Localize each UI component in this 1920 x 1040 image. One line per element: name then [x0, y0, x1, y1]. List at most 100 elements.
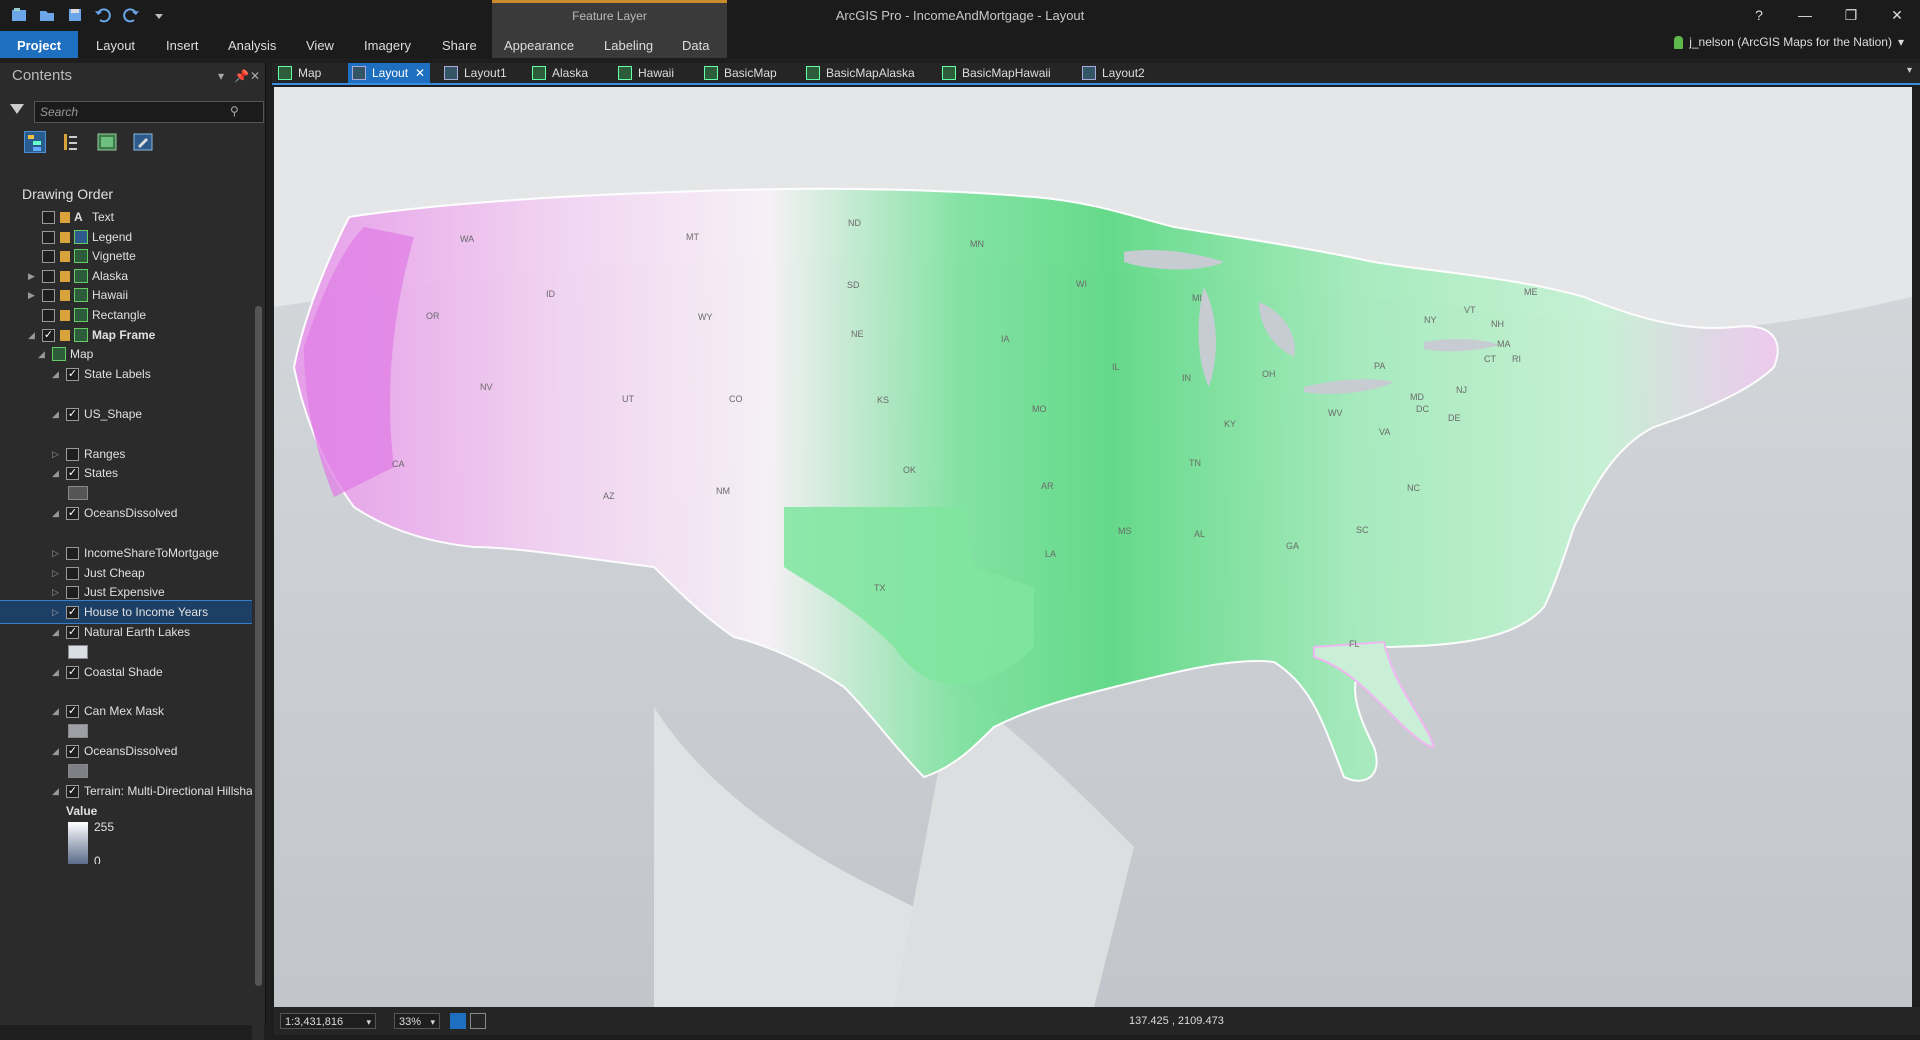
close-pane-icon[interactable]: ✕ — [250, 63, 260, 89]
search-icon[interactable]: ⚲ — [230, 104, 239, 118]
customize-qat-icon[interactable] — [150, 6, 168, 24]
contents-scrollbar[interactable] — [252, 206, 264, 1040]
pane-options-icon[interactable]: ▾ — [218, 63, 224, 89]
layer-row-state-labels[interactable]: ◢ ✓ State Labels — [0, 363, 252, 385]
layer-row-rectangle[interactable]: Rectangle — [0, 304, 252, 326]
tab-basicmapalaska[interactable]: BasicMapAlaska — [802, 63, 915, 83]
scale-selector[interactable]: 1:3,431,816 ▾ — [280, 1013, 376, 1029]
lock-icon[interactable] — [60, 310, 70, 321]
tab-map[interactable]: Map — [274, 63, 321, 83]
collapse-icon[interactable]: ◢ — [52, 700, 62, 722]
minimize-button[interactable]: — — [1782, 0, 1828, 31]
save-project-icon[interactable] — [66, 6, 84, 24]
visibility-checkbox[interactable] — [66, 448, 79, 461]
redo-icon[interactable] — [122, 6, 140, 24]
visibility-checkbox[interactable] — [66, 567, 79, 580]
visibility-checkbox[interactable] — [42, 211, 55, 224]
layer-row-house-to-income-years[interactable]: ▷ ✓ House to Income Years — [0, 600, 252, 624]
collapse-icon[interactable]: ◢ — [52, 661, 62, 683]
layer-symbol-swatch[interactable] — [68, 486, 88, 500]
scrollbar-thumb[interactable] — [255, 306, 262, 986]
help-button[interactable]: ? — [1736, 0, 1782, 31]
tab-labeling[interactable]: Labeling — [592, 31, 670, 58]
tab-basicmap[interactable]: BasicMap — [700, 63, 777, 83]
pin-icon[interactable]: 📌 — [234, 63, 249, 89]
layer-row-states[interactable]: ◢ ✓ States — [0, 462, 252, 484]
visibility-checkbox[interactable] — [42, 309, 55, 322]
visibility-checkbox[interactable] — [66, 547, 79, 560]
layer-row-hawaii[interactable]: ▶ Hawaii — [0, 284, 252, 306]
tab-appearance[interactable]: Appearance — [492, 31, 592, 58]
list-by-source-icon[interactable] — [60, 131, 82, 153]
undo-icon[interactable] — [94, 6, 112, 24]
layer-row-coastal-shade[interactable]: ◢ ✓ Coastal Shade — [0, 661, 252, 683]
tab-layout2[interactable]: Layout2 — [1078, 63, 1145, 83]
restore-button[interactable]: ❐ — [1828, 0, 1874, 31]
layout-map-view[interactable]: WA OR CA NV ID MT WY UT AZ CO NM ND SD NE KS OK TX MN IA MO… — [274, 87, 1912, 1007]
layer-row-text[interactable]: A Text — [0, 206, 252, 228]
layer-row-us-shape[interactable]: ◢ ✓ US_Shape — [0, 403, 252, 425]
visibility-checkbox[interactable]: ✓ — [66, 368, 79, 381]
visibility-checkbox[interactable]: ✓ — [66, 408, 79, 421]
tab-layout[interactable]: Layout — [84, 31, 147, 58]
fixed-zoom-icon[interactable] — [450, 1013, 466, 1029]
lock-icon[interactable] — [60, 271, 70, 282]
collapse-icon[interactable]: ◢ — [52, 502, 62, 524]
visibility-checkbox[interactable] — [42, 270, 55, 283]
lock-icon[interactable] — [60, 212, 70, 223]
tab-view[interactable]: View — [294, 31, 346, 58]
tab-basicmaphawaii[interactable]: BasicMapHawaii — [938, 63, 1051, 83]
layer-row-just-expensive[interactable]: ▷ Just Expensive — [0, 581, 252, 603]
open-project-icon[interactable] — [38, 6, 56, 24]
visibility-checkbox[interactable] — [42, 250, 55, 263]
collapse-icon[interactable]: ◢ — [52, 403, 62, 425]
lock-icon[interactable] — [60, 251, 70, 262]
tab-list-chevron-icon[interactable]: ▾ — [1907, 65, 1912, 76]
tab-layout-doc[interactable]: Layout ✕ — [348, 63, 431, 83]
visibility-checkbox[interactable] — [66, 586, 79, 599]
visibility-checkbox[interactable]: ✓ — [42, 329, 55, 342]
layer-row-vignette[interactable]: Vignette — [0, 245, 252, 267]
collapse-icon[interactable]: ◢ — [52, 780, 62, 802]
tab-analysis[interactable]: Analysis — [216, 31, 288, 58]
tab-data[interactable]: Data — [670, 31, 727, 58]
visibility-checkbox[interactable]: ✓ — [66, 666, 79, 679]
visibility-checkbox[interactable] — [42, 231, 55, 244]
filter-icon[interactable] — [10, 104, 24, 114]
list-by-selection-icon[interactable] — [96, 131, 118, 153]
visibility-checkbox[interactable]: ✓ — [66, 785, 79, 798]
lock-icon[interactable] — [60, 232, 70, 243]
expand-icon[interactable]: ▷ — [52, 601, 62, 623]
visibility-checkbox[interactable]: ✓ — [66, 467, 79, 480]
layer-symbol-swatch[interactable] — [68, 764, 88, 778]
user-account[interactable]: j_nelson (ArcGIS Maps for the Nation) ▾ — [1674, 35, 1904, 49]
layer-row-natural-earth-lakes[interactable]: ◢ ✓ Natural Earth Lakes — [0, 621, 252, 643]
layer-row-map[interactable]: ◢ Map — [0, 343, 252, 365]
tab-layout1[interactable]: Layout1 — [440, 63, 507, 83]
new-project-icon[interactable] — [10, 6, 28, 24]
visibility-checkbox[interactable]: ✓ — [66, 606, 79, 619]
collapse-icon[interactable]: ◢ — [38, 343, 48, 365]
list-by-drawing-order-icon[interactable] — [24, 131, 46, 153]
layer-row-can-mex-mask[interactable]: ◢ ✓ Can Mex Mask — [0, 700, 252, 722]
zoom-selector[interactable]: 33% ▾ — [394, 1013, 440, 1029]
layer-row-terrain-multi-directional-hillsha[interactable]: ◢ ✓ Terrain: Multi-Directional Hillsha — [0, 780, 252, 802]
map-canvas[interactable]: WA OR CA NV ID MT WY UT AZ CO NM ND SD NE KS OK TX MN IA MO… — [274, 87, 1912, 1007]
expand-icon[interactable]: ▷ — [52, 581, 62, 603]
close-tab-icon[interactable]: ✕ — [415, 63, 425, 83]
visibility-checkbox[interactable]: ✓ — [66, 705, 79, 718]
tab-hawaii[interactable]: Hawaii — [614, 63, 674, 83]
visibility-checkbox[interactable] — [42, 289, 55, 302]
visibility-checkbox[interactable]: ✓ — [66, 507, 79, 520]
layer-row-oceansdissolved[interactable]: ◢ ✓ OceansDissolved — [0, 502, 252, 524]
close-button[interactable]: ✕ — [1874, 0, 1920, 31]
lock-icon[interactable] — [60, 290, 70, 301]
collapse-icon[interactable]: ◢ — [52, 363, 62, 385]
visibility-checkbox[interactable]: ✓ — [66, 745, 79, 758]
lock-icon[interactable] — [60, 330, 70, 341]
expand-icon[interactable]: ▶ — [28, 284, 38, 306]
tab-share[interactable]: Share — [430, 31, 489, 58]
tab-insert[interactable]: Insert — [154, 31, 211, 58]
list-by-editing-icon[interactable] — [132, 131, 154, 153]
layer-row-incomesharetomortgage[interactable]: ▷ IncomeShareToMortgage — [0, 542, 252, 564]
